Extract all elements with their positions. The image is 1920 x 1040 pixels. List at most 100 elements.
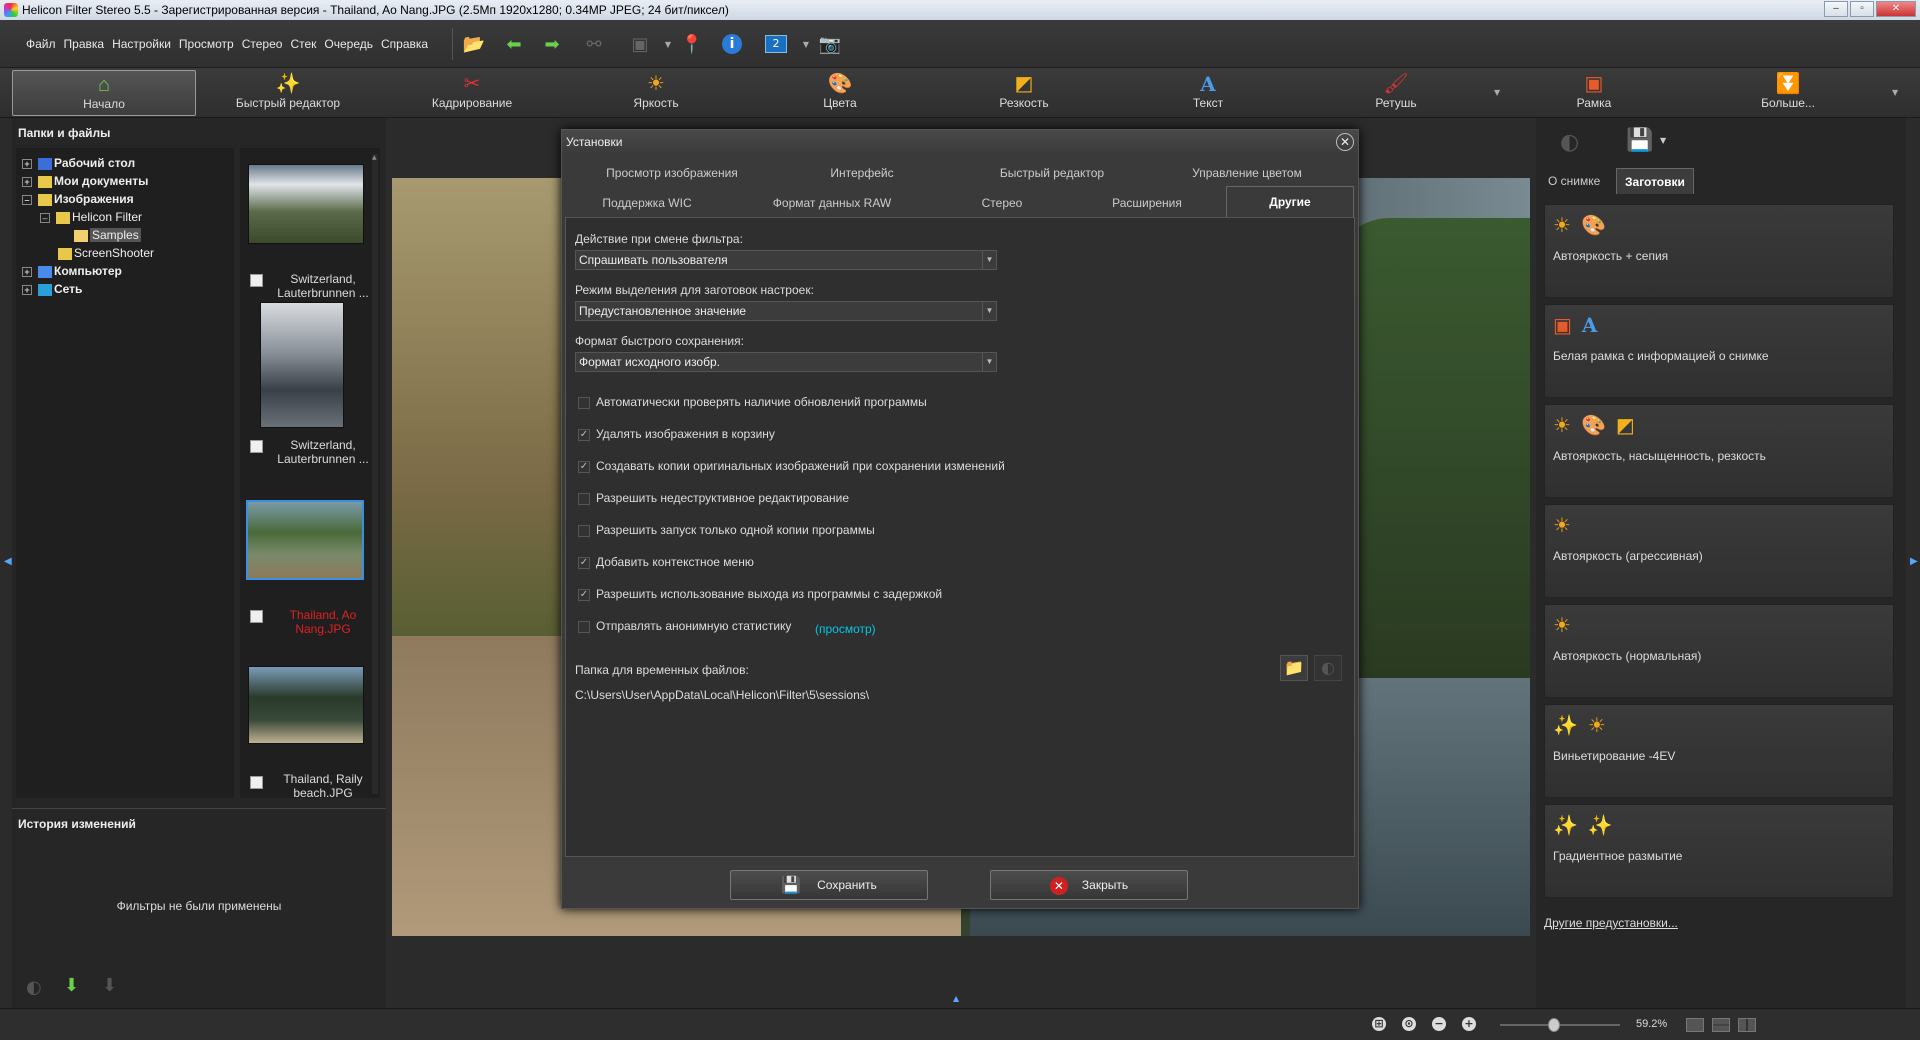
nondestructive-row[interactable]: Разрешить недеструктивное редактирование — [578, 490, 849, 506]
tab-color-management[interactable]: Управление цветом — [1152, 160, 1342, 186]
camera-settings-icon[interactable]: 📷 — [818, 32, 842, 56]
context-menu-row[interactable]: ✓ Добавить контекстное меню — [578, 554, 754, 570]
menu-stereo[interactable]: Стерео — [242, 37, 283, 51]
collapse-icon[interactable]: – — [22, 194, 32, 205]
ribbon-tab-colors[interactable]: 🎨 Цвета — [760, 70, 920, 116]
thumbnail-image[interactable] — [248, 164, 364, 244]
ribbon-overflow-arrow-icon[interactable]: ▼ — [1494, 88, 1500, 97]
browse-folder-icon[interactable]: 📁 — [1280, 655, 1308, 681]
ribbon-tab-brightness[interactable]: ☀ Яркость — [576, 70, 736, 116]
menu-stack[interactable]: Стек — [290, 37, 316, 51]
thumbnail-checkbox[interactable] — [250, 440, 263, 453]
ribbon-tab-more[interactable]: ⏬ Больше... — [1708, 70, 1868, 116]
thumbnail-checkbox[interactable] — [250, 610, 263, 623]
delete-to-recycle-checkbox[interactable]: ✓ — [578, 428, 590, 441]
preset-item[interactable]: ☀ Автояркость (нормальная) — [1544, 604, 1894, 698]
save-preset-icon[interactable]: 💾 — [1626, 128, 1653, 153]
expand-icon[interactable]: + — [22, 158, 32, 169]
ribbon-tab-frame[interactable]: ▣ Рамка — [1514, 70, 1674, 116]
thumbnail-image[interactable] — [248, 666, 364, 744]
monitor-dropdown-icon[interactable]: ▼ — [794, 32, 818, 56]
view-stats-link[interactable]: (просмотр) — [815, 622, 876, 636]
preset-mode-select[interactable]: Предустановленное значение ▼ — [575, 301, 997, 321]
thumbnail-checkbox[interactable] — [250, 776, 263, 789]
thumbnail-scrollbar[interactable]: ▲ — [372, 154, 378, 794]
tab-stereo[interactable]: Стерео — [942, 190, 1062, 216]
backup-originals-checkbox[interactable]: ✓ — [578, 460, 590, 473]
thumbnail-checkbox[interactable] — [250, 274, 263, 287]
preset-item[interactable]: ✨ ☀ Виньетирование -4EV — [1544, 704, 1894, 798]
check-updates-checkbox[interactable] — [578, 396, 590, 409]
close-window-button[interactable]: ✕ — [1876, 1, 1916, 17]
expand-icon[interactable]: + — [22, 266, 32, 277]
ribbon-tab-quick-editor[interactable]: ✨ Быстрый редактор — [208, 70, 368, 116]
minimize-button[interactable]: – — [1824, 1, 1848, 17]
tree-item-samples[interactable]: Samples — [74, 226, 141, 244]
ribbon-more-arrow-icon[interactable]: ▼ — [1892, 88, 1898, 97]
delete-to-recycle-row[interactable]: ✓ Удалять изображения в корзину — [578, 426, 775, 442]
collapse-left-arrow-icon[interactable]: ◀ — [4, 556, 12, 567]
anonymous-stats-row[interactable]: Отправлять анонимную статистику — [578, 618, 791, 634]
open-folder-icon[interactable]: 📂 — [462, 32, 486, 56]
tab-extensions[interactable]: Расширения — [1082, 190, 1212, 216]
ribbon-tab-crop[interactable]: ✂ Кадрирование — [392, 70, 552, 116]
zoom-in-icon[interactable]: + — [1462, 1017, 1476, 1031]
save-preset-dropdown-icon[interactable]: ▼ — [1660, 136, 1666, 145]
menu-view[interactable]: Просмотр — [179, 37, 234, 51]
tree-item-documents[interactable]: + Мои документы — [22, 172, 148, 190]
tab-presets[interactable]: Заготовки — [1616, 168, 1694, 194]
tree-item-screenshooter[interactable]: ScreenShooter — [58, 244, 154, 262]
tab-about-photo[interactable]: О снимке — [1540, 168, 1608, 194]
dialog-close-icon[interactable]: ✕ — [1336, 133, 1354, 151]
close-button[interactable]: ✕ Закрыть — [990, 870, 1188, 900]
preset-item[interactable]: ☀ Автояркость (агрессивная) — [1544, 504, 1894, 598]
single-instance-checkbox[interactable] — [578, 524, 590, 537]
collapse-right-arrow-icon[interactable]: ▶ — [1910, 556, 1918, 567]
ribbon-tab-text[interactable]: A Текст — [1128, 70, 1288, 116]
dropdown-arrow-icon[interactable]: ▼ — [656, 32, 680, 56]
tree-item-images[interactable]: – Изображения — [22, 190, 134, 208]
anonymous-stats-checkbox[interactable] — [578, 620, 590, 633]
reset-folder-icon[interactable]: ◐ — [1314, 655, 1342, 681]
maximize-button[interactable]: ▫ — [1850, 1, 1874, 17]
tab-image-view[interactable]: Просмотр изображения — [582, 160, 762, 186]
zoom-out-icon[interactable]: − — [1432, 1017, 1446, 1031]
compare-icon[interactable]: ▣ — [628, 32, 652, 56]
check-updates-row[interactable]: Автоматически проверять наличие обновлен… — [578, 394, 927, 410]
ribbon-tab-sharpness[interactable]: ◩ Резкость — [944, 70, 1104, 116]
horizontal-split-icon[interactable] — [1712, 1018, 1730, 1032]
delayed-exit-checkbox[interactable]: ✓ — [578, 588, 590, 601]
undo-icon[interactable]: ◐ — [26, 977, 42, 998]
menu-settings[interactable]: Настройки — [112, 37, 171, 51]
tree-item-network[interactable]: + Сеть — [22, 280, 82, 298]
ribbon-tab-retouch[interactable]: 🖌 Ретушь — [1316, 70, 1476, 116]
nondestructive-checkbox[interactable] — [578, 492, 590, 505]
tree-item-desktop[interactable]: + Рабочий стол — [22, 154, 135, 172]
fit-to-window-icon[interactable]: ⊞ — [1372, 1017, 1386, 1031]
single-instance-row[interactable]: Разрешить запуск только одной копии прог… — [578, 522, 875, 538]
tab-interface[interactable]: Интерфейс — [772, 160, 952, 186]
preset-item[interactable]: ▣ A Белая рамка с информацией о снимке — [1544, 304, 1894, 398]
vertical-split-icon[interactable] — [1738, 1018, 1756, 1032]
delayed-exit-row[interactable]: ✓ Разрешить использование выхода из прогр… — [578, 586, 942, 602]
thumbnail-image[interactable] — [260, 302, 344, 428]
thumbnail-image-selected[interactable] — [246, 500, 364, 580]
backup-originals-row[interactable]: ✓ Создавать копии оригинальных изображени… — [578, 458, 1005, 474]
tree-item-computer[interactable]: + Компьютер — [22, 262, 122, 280]
tab-other[interactable]: Другие — [1226, 186, 1354, 218]
back-arrow-icon[interactable]: ⬅ — [502, 32, 526, 56]
menu-file[interactable]: Файл — [26, 37, 56, 51]
import-history-icon[interactable]: ⬇ — [102, 975, 117, 996]
single-view-icon[interactable] — [1686, 1018, 1704, 1032]
filter-change-select[interactable]: Спрашивать пользователя ▼ — [575, 250, 997, 270]
tab-quick-editor[interactable]: Быстрый редактор — [962, 160, 1142, 186]
zoom-slider[interactable] — [1500, 1018, 1620, 1032]
collapse-icon[interactable]: – — [40, 212, 50, 223]
save-button[interactable]: 💾 Сохранить — [730, 870, 928, 900]
menu-queue[interactable]: Очередь — [324, 37, 373, 51]
actual-size-icon[interactable]: ⊙ — [1402, 1017, 1416, 1031]
menu-help[interactable]: Справка — [381, 37, 428, 51]
preset-item[interactable]: ✨ ✨ Градиентное размытие — [1544, 804, 1894, 898]
map-pin-icon[interactable]: 📍 — [680, 32, 704, 56]
stereo-icon[interactable]: ⚯ — [582, 32, 606, 56]
